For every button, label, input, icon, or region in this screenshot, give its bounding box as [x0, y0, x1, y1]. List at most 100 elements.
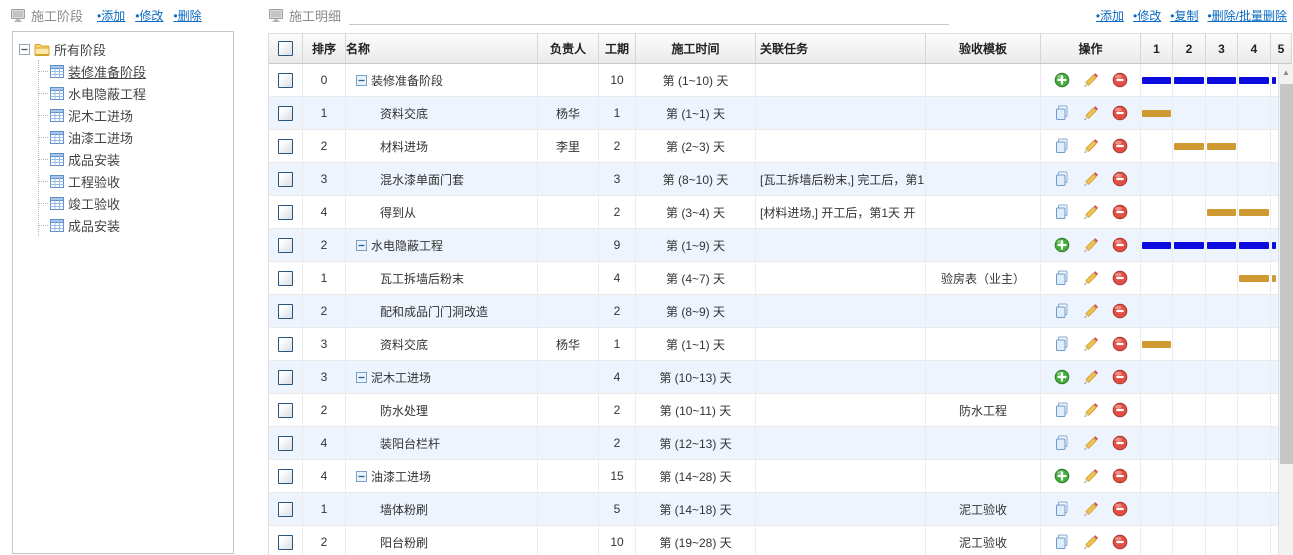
add-child-button[interactable] [1054, 72, 1070, 88]
delete-row-button[interactable] [1112, 204, 1128, 220]
tree-item-phase[interactable]: 工程验收 [39, 170, 233, 192]
row-checkbox[interactable] [278, 336, 293, 352]
row-checkbox[interactable] [278, 237, 293, 253]
collapse-icon[interactable] [356, 239, 367, 251]
edit-row-button[interactable] [1083, 171, 1099, 187]
time-cell: 第 (19~28) 天 [636, 526, 756, 555]
edit-row-button[interactable] [1083, 402, 1099, 418]
collapse-icon[interactable] [356, 74, 367, 86]
duration-cell: 2 [599, 130, 636, 162]
row-checkbox[interactable] [278, 138, 293, 154]
tree-item-phase[interactable]: 泥木工进场 [39, 104, 233, 126]
gantt-day-3-cell [1206, 130, 1238, 162]
phase-edit-link[interactable]: •修改 [135, 7, 163, 24]
scrollbar-thumb[interactable] [1280, 84, 1293, 464]
gantt-task-bar [1174, 142, 1204, 150]
delete-row-button[interactable] [1112, 303, 1128, 319]
copy-row-button[interactable] [1054, 534, 1070, 550]
copy-row-button[interactable] [1054, 171, 1070, 187]
phase-add-link[interactable]: •添加 [97, 7, 125, 24]
tree-item-phase[interactable]: 成品安装 [39, 214, 233, 236]
row-checkbox[interactable] [278, 534, 293, 550]
row-checkbox[interactable] [278, 171, 293, 187]
tree-item-phase[interactable]: 油漆工进场 [39, 126, 233, 148]
copy-row-button[interactable] [1054, 402, 1070, 418]
table-icon [50, 64, 64, 78]
tree-item-phase[interactable]: 成品安装 [39, 148, 233, 170]
delete-row-button[interactable] [1112, 369, 1128, 385]
delete-row-button[interactable] [1112, 435, 1128, 451]
linked-task-cell [756, 460, 926, 492]
add-child-button[interactable] [1054, 369, 1070, 385]
detail-edit-link[interactable]: •修改 [1133, 7, 1161, 24]
copy-row-button[interactable] [1054, 336, 1070, 352]
duration-cell: 4 [599, 361, 636, 393]
row-checkbox[interactable] [278, 204, 293, 220]
delete-row-button[interactable] [1112, 138, 1128, 154]
collapse-icon[interactable] [356, 371, 367, 383]
edit-row-button[interactable] [1083, 303, 1099, 319]
scroll-up-button[interactable]: ▲ [1279, 64, 1293, 81]
copy-row-button[interactable] [1054, 204, 1070, 220]
tree-item-phase[interactable]: 装修准备阶段 [39, 60, 233, 82]
linked-task-cell [756, 361, 926, 393]
select-all-checkbox[interactable] [278, 41, 293, 56]
edit-row-button[interactable] [1083, 501, 1099, 517]
copy-row-button[interactable] [1054, 501, 1070, 517]
copy-row-button[interactable] [1054, 270, 1070, 286]
delete-row-button[interactable] [1112, 171, 1128, 187]
row-checkbox[interactable] [278, 468, 293, 484]
gantt-day-1-cell [1141, 427, 1173, 459]
delete-row-button[interactable] [1112, 105, 1128, 121]
edit-row-button[interactable] [1083, 435, 1099, 451]
add-child-button[interactable] [1054, 237, 1070, 253]
edit-row-button[interactable] [1083, 138, 1099, 154]
copy-row-button[interactable] [1054, 138, 1070, 154]
gantt-phase-bar [1142, 241, 1171, 249]
gantt-day-5-cell [1271, 394, 1277, 426]
tree-collapse-icon[interactable] [19, 43, 30, 55]
leader-cell [538, 526, 599, 555]
add-child-button[interactable] [1054, 468, 1070, 484]
row-checkbox[interactable] [278, 72, 293, 88]
row-checkbox[interactable] [278, 402, 293, 418]
edit-row-button[interactable] [1083, 468, 1099, 484]
copy-row-button[interactable] [1054, 105, 1070, 121]
row-checkbox[interactable] [278, 105, 293, 121]
row-checkbox[interactable] [278, 369, 293, 385]
edit-row-button[interactable] [1083, 105, 1099, 121]
row-checkbox[interactable] [278, 270, 293, 286]
tree-item-label: 成品安装 [68, 218, 121, 234]
tree-item-phase[interactable]: 竣工验收 [39, 192, 233, 214]
task-name-label: 资料交底 [380, 106, 429, 121]
edit-row-button[interactable] [1083, 204, 1099, 220]
row-checkbox[interactable] [278, 303, 293, 319]
edit-row-button[interactable] [1083, 534, 1099, 550]
row-checkbox[interactable] [278, 435, 293, 451]
delete-row-button[interactable] [1112, 270, 1128, 286]
phase-delete-link[interactable]: •删除 [173, 7, 201, 24]
row-checkbox[interactable] [278, 501, 293, 517]
edit-row-button[interactable] [1083, 237, 1099, 253]
copy-row-button[interactable] [1054, 303, 1070, 319]
linked-task-cell [756, 328, 926, 360]
delete-row-button[interactable] [1112, 501, 1128, 517]
delete-row-button[interactable] [1112, 534, 1128, 550]
edit-row-button[interactable] [1083, 336, 1099, 352]
collapse-icon[interactable] [356, 470, 367, 482]
tree-root-all-phases[interactable]: 所有阶段 [19, 38, 233, 60]
delete-row-button[interactable] [1112, 72, 1128, 88]
edit-row-button[interactable] [1083, 369, 1099, 385]
detail-copy-link[interactable]: •复制 [1170, 7, 1198, 24]
detail-batch-delete-link[interactable]: •删除/批量删除 [1207, 7, 1287, 24]
detail-add-link[interactable]: •添加 [1096, 7, 1124, 24]
tree-item-phase[interactable]: 水电隐蔽工程 [39, 82, 233, 104]
vertical-scrollbar[interactable]: ▲ [1278, 64, 1293, 555]
delete-row-button[interactable] [1112, 402, 1128, 418]
copy-row-button[interactable] [1054, 435, 1070, 451]
edit-row-button[interactable] [1083, 72, 1099, 88]
delete-row-button[interactable] [1112, 237, 1128, 253]
delete-row-button[interactable] [1112, 336, 1128, 352]
delete-row-button[interactable] [1112, 468, 1128, 484]
edit-row-button[interactable] [1083, 270, 1099, 286]
